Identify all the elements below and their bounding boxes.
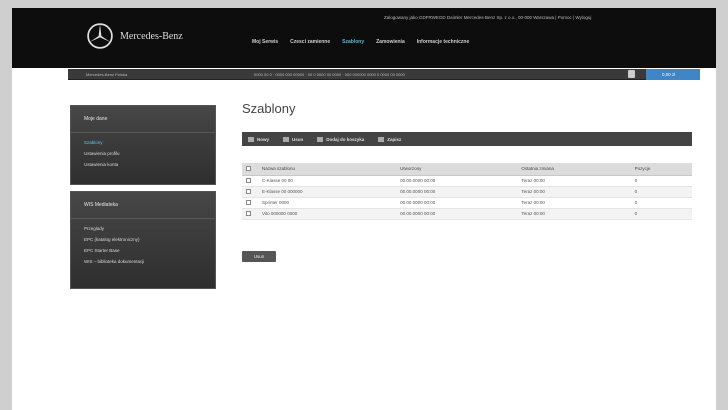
brand-name: Mercedes-Benz	[120, 30, 183, 42]
cell-count: 0	[630, 208, 692, 220]
cell-created: 00.00.0000 00:00	[396, 208, 518, 220]
sidebar-title: WIS Mediateka	[71, 192, 215, 219]
cell-created: 00.00.0000 00:00	[396, 186, 518, 198]
table-row[interactable]: Vito 000000 0000 00.00.0000 00:00 Teraz …	[242, 208, 692, 220]
cart-icon	[317, 136, 324, 142]
nav-item-parts[interactable]: Czesci zamienne	[290, 39, 330, 45]
save-icon	[378, 136, 385, 142]
cell-changed: Teraz 00:00	[517, 175, 631, 187]
table-row[interactable]: E-Klasse 00 000000 00.00.0000 00:00 Tera…	[242, 186, 692, 198]
cell-changed: Teraz 00:00	[517, 197, 631, 209]
templates-toolbar: Nowy Usun Dodaj do koszyka Zapisz	[242, 132, 692, 146]
delete-label: Usun	[292, 136, 304, 142]
sidebar-item-profile[interactable]: Ustawienia profilu	[71, 148, 215, 159]
row-select[interactable]	[242, 197, 258, 209]
col-created[interactable]: Utworzony	[396, 163, 518, 176]
row-checkbox[interactable]	[246, 210, 251, 216]
cart-total: 0,00 zl	[662, 72, 676, 77]
page-title: Szablony	[242, 101, 296, 116]
sidebar-item-reviews[interactable]: Przeglady	[71, 223, 215, 234]
cell-name[interactable]: Sprinter 0000	[258, 197, 397, 209]
col-count[interactable]: Pozycje	[630, 163, 692, 176]
sidebar-title: Moje dane	[71, 106, 215, 133]
cart-button[interactable]: 0,00 zl	[646, 69, 700, 80]
nav-item-my-service[interactable]: Moj Serwis	[252, 39, 278, 45]
row-checkbox[interactable]	[246, 177, 251, 183]
save-label: Zapisz	[387, 136, 402, 142]
dealer-details: 0000 00 0 · 0000 000 00000 · 00 0 0000 0…	[254, 72, 405, 77]
cell-name[interactable]: C-Klasse 00 00	[258, 175, 397, 187]
sidebar-item-account[interactable]: Ustawienia konta	[71, 159, 215, 170]
main-nav: Moj Serwis Czesci zamienne Szablony Zamo…	[252, 39, 469, 45]
document-icon[interactable]	[628, 70, 635, 78]
table-header-row: Nazwa szablonu Utworzony Ostatnia zmiana…	[242, 163, 692, 176]
delete-selected-button[interactable]: Usun	[242, 251, 276, 262]
nav-item-orders[interactable]: Zamowienia	[376, 39, 405, 45]
user-info-line[interactable]: Zalogowany jako GDFRWEGD Daimler Mercede…	[384, 15, 591, 20]
delete-button[interactable]: Usun	[283, 136, 304, 142]
sidebar-wis: WIS Mediateka Przeglady EPC (katalog ele…	[70, 191, 216, 289]
sidebar-item-epc-starter[interactable]: EPC Starter Base	[71, 245, 215, 256]
add-to-cart-label: Dodaj do koszyka	[326, 136, 365, 142]
new-icon	[248, 136, 254, 142]
row-select[interactable]	[242, 208, 258, 220]
sidebar-item-wis[interactable]: WIS – biblioteka dokumentacji	[71, 256, 215, 267]
cell-count: 0	[630, 197, 692, 209]
row-select[interactable]	[242, 186, 258, 198]
cell-changed: Teraz 00:00	[517, 208, 631, 220]
select-all-checkbox[interactable]	[246, 165, 251, 171]
sidebar-my-data: Moje dane Szablony Ustawienia profilu Us…	[70, 105, 216, 185]
row-select[interactable]	[242, 175, 258, 187]
delete-icon	[283, 136, 290, 142]
cell-changed: Teraz 00:00	[517, 186, 631, 198]
site-header: Mercedes-Benz Zalogowany jako GDFRWEGD D…	[12, 8, 716, 68]
brand-logo[interactable]: Mercedes-Benz	[86, 22, 183, 50]
cell-count: 0	[630, 186, 692, 198]
cell-count: 0	[630, 175, 692, 187]
row-checkbox[interactable]	[246, 188, 251, 194]
dealer-name: Mercedes-Benz Polska	[86, 72, 128, 77]
cell-created: 00.00.0000 00:00	[396, 175, 518, 187]
nav-item-tech-info[interactable]: Informacje techniczne	[417, 39, 470, 45]
save-button[interactable]: Zapisz	[378, 136, 402, 142]
table-row[interactable]: Sprinter 0000 00.00.0000 00:00 Teraz 00:…	[242, 197, 692, 209]
info-bar: Mercedes-Benz Polska 0000 00 0 · 0000 00…	[68, 69, 700, 80]
cell-name[interactable]: Vito 000000 0000	[258, 208, 397, 220]
col-changed[interactable]: Ostatnia zmiana	[517, 163, 631, 176]
new-button[interactable]: Nowy	[248, 136, 270, 142]
new-label: Nowy	[257, 136, 270, 142]
cell-name[interactable]: E-Klasse 00 000000	[258, 186, 397, 198]
table-row[interactable]: C-Klasse 00 00 00.00.0000 00:00 Teraz 00…	[242, 175, 692, 187]
col-name[interactable]: Nazwa szablonu	[258, 163, 397, 176]
cell-created: 00.00.0000 00:00	[396, 197, 518, 209]
row-checkbox[interactable]	[246, 199, 251, 205]
select-all-cell[interactable]	[242, 163, 258, 176]
sidebar-item-templates[interactable]: Szablony	[71, 137, 215, 148]
mercedes-star-icon	[87, 23, 113, 49]
add-to-cart-button[interactable]: Dodaj do koszyka	[317, 136, 365, 142]
templates-table: Nazwa szablonu Utworzony Ostatnia zmiana…	[242, 163, 692, 220]
nav-item-templates[interactable]: Szablony	[342, 39, 364, 45]
sidebar-item-epc[interactable]: EPC (katalog elektroniczny)	[71, 234, 215, 245]
